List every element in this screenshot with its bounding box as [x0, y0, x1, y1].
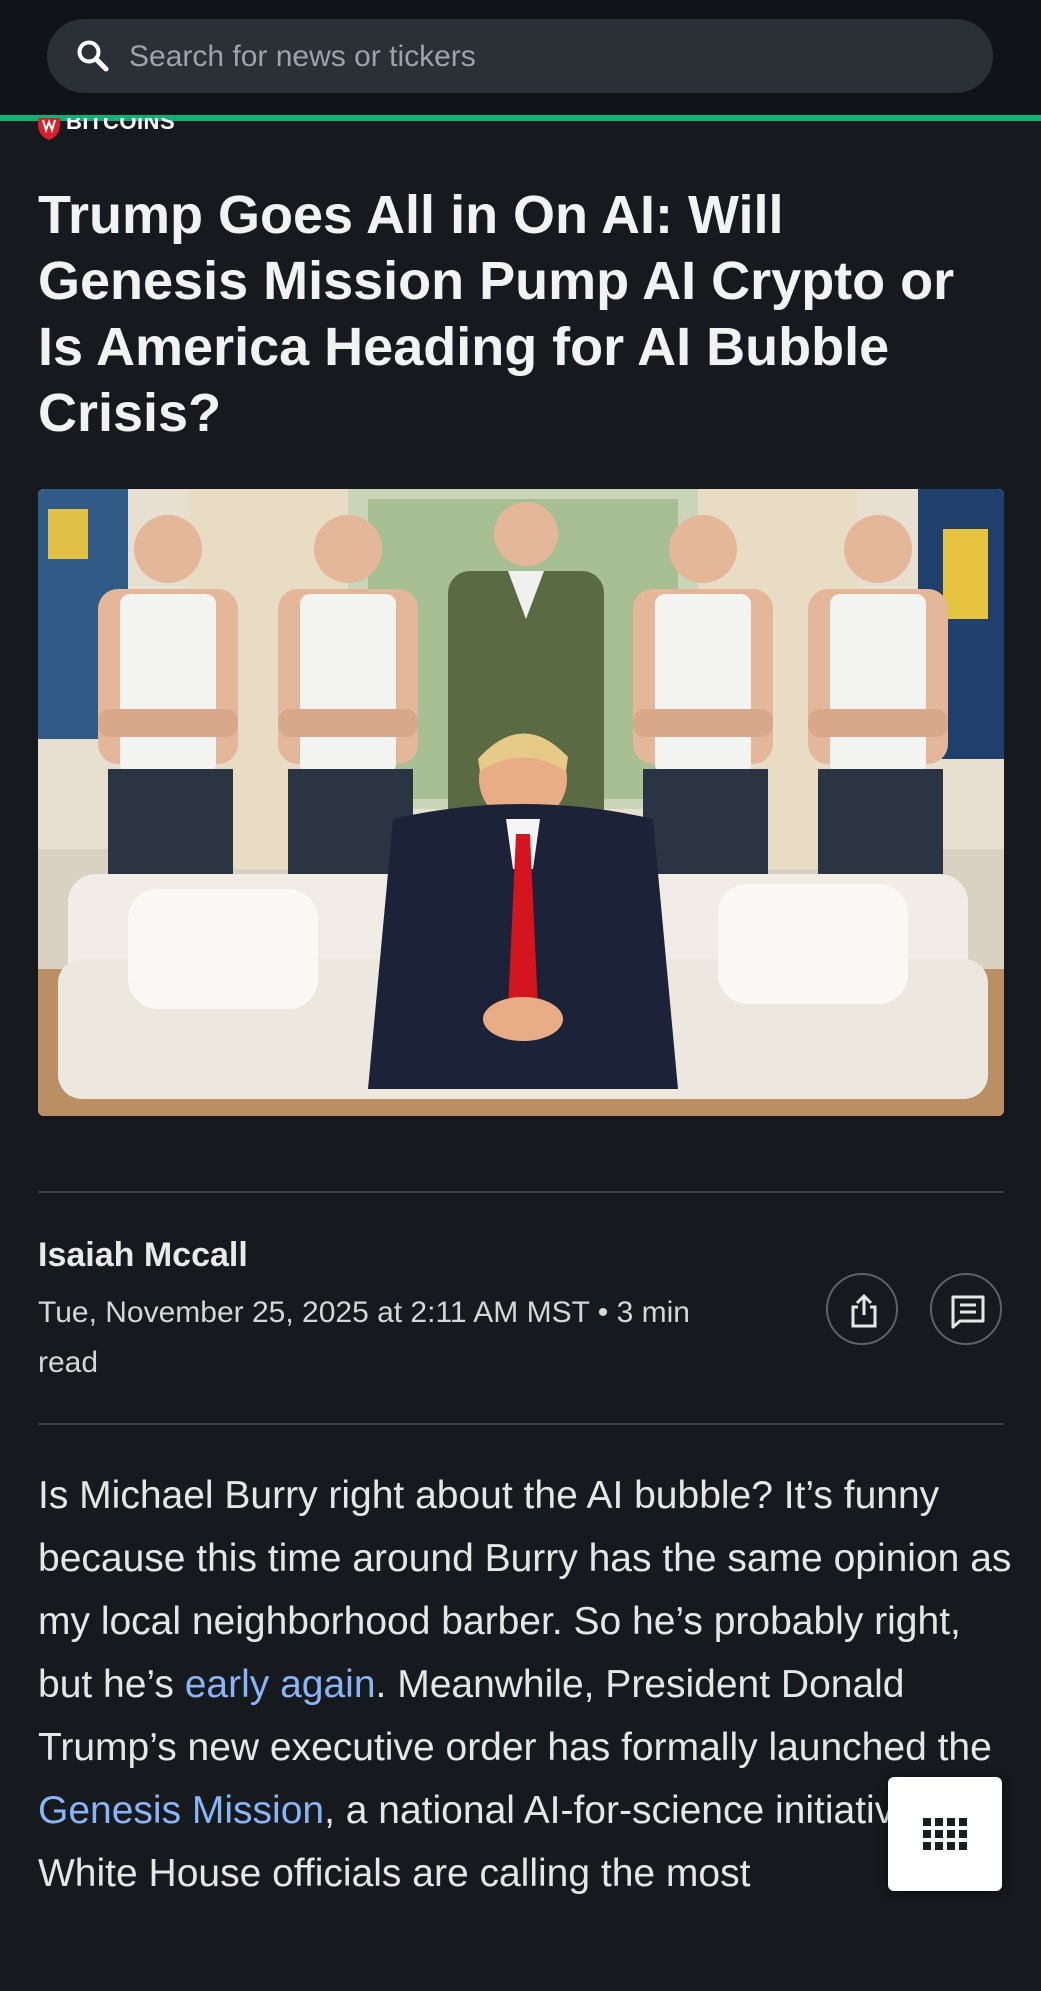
article-page: BITCOINS Trump Goes All in On AI: Will G… — [0, 0, 1041, 1991]
hero-image[interactable] — [38, 489, 1004, 1116]
article-body: Is Michael Burry right about the AI bubb… — [38, 1464, 1018, 1905]
link-early-again[interactable]: early again — [185, 1663, 376, 1706]
provider-name: BITCOINS — [66, 118, 176, 134]
hero-photo — [38, 489, 1004, 1116]
menu-button[interactable] — [888, 1777, 1002, 1891]
divider-top — [38, 1191, 1004, 1193]
bitcoins-logo-icon — [38, 118, 60, 140]
search-icon — [77, 40, 109, 72]
link-genesis-mission[interactable]: Genesis Mission — [38, 1789, 324, 1832]
article-title: Trump Goes All in On AI: Will Genesis Mi… — [38, 185, 955, 443]
divider-bottom — [38, 1423, 1004, 1425]
comments-button[interactable] — [930, 1273, 1002, 1345]
comment-icon — [951, 1295, 985, 1329]
search-input[interactable] — [127, 19, 951, 95]
top-bar — [0, 0, 1041, 116]
grid-menu-icon — [923, 1818, 967, 1850]
author-name[interactable]: Isaiah Mccall — [38, 1236, 248, 1275]
share-button[interactable] — [826, 1273, 898, 1345]
byline-date: Tue, November 25, 2025 at 2:11 AM MST • … — [38, 1296, 690, 1379]
provider-logo[interactable]: BITCOINS — [36, 118, 175, 140]
search-bar[interactable] — [47, 19, 993, 95]
share-icon — [851, 1293, 877, 1328]
